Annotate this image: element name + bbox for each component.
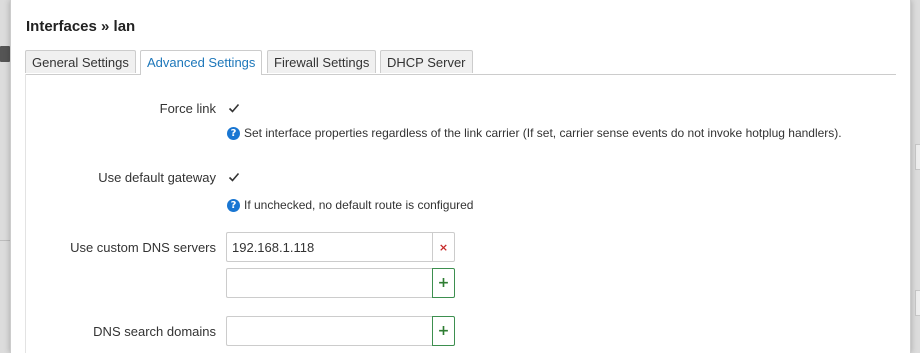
- dns-search-entry: +: [226, 316, 455, 346]
- help-icon: ?: [227, 198, 240, 212]
- dns-server-entry: ×: [226, 232, 455, 262]
- dialog-title: Interfaces » lan: [26, 18, 136, 35]
- default-gateway-label: Use default gateway: [98, 170, 216, 185]
- dns-search-input[interactable]: [226, 316, 432, 346]
- checkmark-icon: [228, 103, 240, 113]
- background-divider: [0, 240, 10, 241]
- interface-dialog: Interfaces » lan General Settings Advanc…: [10, 0, 911, 353]
- remove-dns-button[interactable]: ×: [432, 232, 455, 262]
- help-icon: ?: [227, 126, 240, 140]
- tab-firewall-settings[interactable]: Firewall Settings: [267, 50, 377, 73]
- force-link-help: ? Set interface properties regardless of…: [227, 126, 842, 140]
- default-gateway-help-text: If unchecked, no default route is config…: [244, 198, 474, 212]
- force-link-help-text: Set interface properties regardless of t…: [244, 126, 842, 140]
- force-link-label: Force link: [159, 101, 216, 116]
- dns-search-label: DNS search domains: [93, 324, 216, 339]
- custom-dns-label: Use custom DNS servers: [70, 240, 216, 255]
- background-page-fragment: [0, 46, 10, 62]
- tab-bar: General Settings Advanced Settings Firew…: [25, 50, 896, 75]
- default-gateway-checkbox[interactable]: [226, 169, 242, 185]
- default-gateway-help: ? If unchecked, no default route is conf…: [227, 198, 473, 212]
- dns-server-new-entry: +: [226, 268, 455, 298]
- new-dns-server-input[interactable]: [226, 268, 432, 298]
- advanced-settings-panel: Force link ? Set interface properties re…: [25, 74, 896, 353]
- add-search-domain-button[interactable]: +: [432, 316, 455, 346]
- tab-advanced-settings[interactable]: Advanced Settings: [140, 50, 263, 75]
- tab-dhcp-server[interactable]: DHCP Server: [380, 50, 473, 73]
- checkmark-icon: [228, 172, 240, 182]
- force-link-checkbox[interactable]: [226, 100, 242, 116]
- dns-server-input[interactable]: [226, 232, 432, 262]
- add-dns-button[interactable]: +: [432, 268, 455, 298]
- background-button-fragment: [915, 290, 920, 316]
- tab-general-settings[interactable]: General Settings: [25, 50, 136, 73]
- background-button-fragment: [915, 144, 920, 170]
